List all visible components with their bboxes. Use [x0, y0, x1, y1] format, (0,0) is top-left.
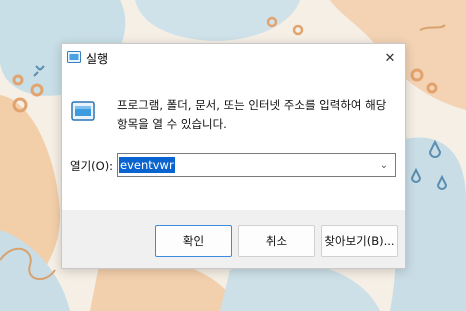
open-combobox[interactable]: eventvwr ⌄ — [117, 153, 396, 177]
ok-button[interactable]: 확인 — [155, 225, 232, 257]
close-icon: ✕ — [384, 50, 396, 66]
open-input[interactable]: eventvwr — [119, 157, 175, 173]
dialog-description: 프로그램, 폴더, 문서, 또는 인터넷 주소를 입력하여 해당 항목을 열 수… — [117, 98, 387, 131]
dialog-title: 실행 — [86, 52, 109, 66]
close-button[interactable]: ✕ — [375, 44, 405, 72]
chevron-down-icon[interactable]: ⌄ — [378, 158, 390, 172]
run-app-icon — [67, 51, 81, 63]
run-dialog: 실행 ✕ 프로그램, 폴더, 문서, 또는 인터넷 주소를 입력하여 해당 항목… — [61, 43, 406, 269]
browse-button[interactable]: 찾아보기(B)... — [321, 225, 398, 257]
run-app-icon — [71, 101, 95, 121]
open-label: 열기(O): — [70, 159, 114, 173]
dialog-content: 프로그램, 폴더, 문서, 또는 인터넷 주소를 입력하여 해당 항목을 열 수… — [62, 72, 405, 210]
title-bar: 실행 ✕ — [62, 44, 405, 72]
cancel-button[interactable]: 취소 — [238, 225, 315, 257]
